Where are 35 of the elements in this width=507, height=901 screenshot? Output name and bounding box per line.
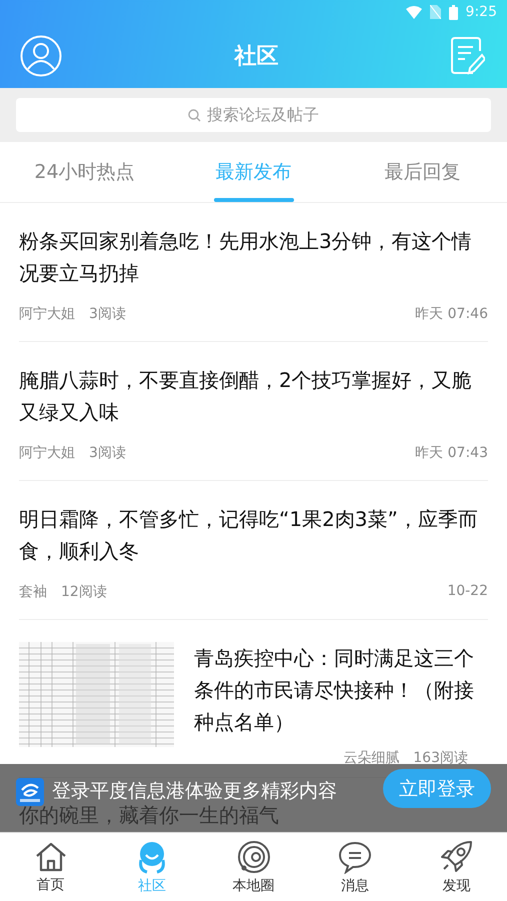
- read-count: 3阅读: [89, 444, 126, 462]
- author-name: 套袖: [19, 583, 47, 601]
- post-time: 昨天 07:43: [415, 444, 488, 462]
- author-name: 阿宁大姐: [19, 444, 75, 462]
- chat-icon: [338, 840, 372, 874]
- read-count: 12阅读: [61, 583, 107, 601]
- tab[interactable]: 最后回复: [338, 142, 507, 202]
- wifi-icon: [406, 6, 422, 18]
- search-icon: [188, 108, 201, 122]
- post-title[interactable]: 明日霜降，不管多忙，记得吃“1果2肉3菜”，应季而食，顺利入冬: [19, 503, 488, 567]
- read-count: 3阅读: [89, 305, 126, 323]
- post-time: 昨天 07:46: [415, 305, 488, 323]
- status-time: 9:25: [466, 4, 497, 20]
- tab[interactable]: 24小时热点: [0, 142, 169, 202]
- profile-icon[interactable]: [20, 35, 62, 77]
- author-name: 云朵细腻: [343, 749, 400, 767]
- post-time: 10-22: [447, 583, 488, 601]
- no-sim-icon: [430, 5, 441, 19]
- home-icon: [34, 840, 68, 872]
- post-title[interactable]: 粉条买回家别着急吃！先用水泡上3分钟，有这个情况要立马扔掉: [19, 225, 488, 289]
- author-name: 阿宁大姐: [19, 305, 75, 323]
- page-title: 社区: [234, 43, 278, 71]
- nav-tab[interactable]: 本地圈: [202, 833, 304, 901]
- read-count: 163阅读: [413, 749, 468, 767]
- post-title[interactable]: 腌腊八蒜时，不要直接倒醋，2个技巧掌握好，又脆又绿又入味: [19, 364, 488, 428]
- nav-tab[interactable]: 发现: [406, 833, 507, 901]
- nav-tab[interactable]: 消息: [304, 833, 406, 901]
- planet-icon: [236, 840, 271, 874]
- app-logo-icon: [16, 778, 44, 806]
- battery-icon: [448, 4, 458, 20]
- rocket-icon: [439, 840, 474, 874]
- nav-tab[interactable]: 首页: [0, 833, 102, 901]
- login-prompt: 登录平度信息港体验更多精彩内容: [52, 779, 338, 804]
- post-title[interactable]: 青岛疾控中心：同时满足这三个条件的市民请尽快接种！（附接种点名单）: [194, 642, 488, 738]
- edit-note-icon[interactable]: [451, 37, 485, 75]
